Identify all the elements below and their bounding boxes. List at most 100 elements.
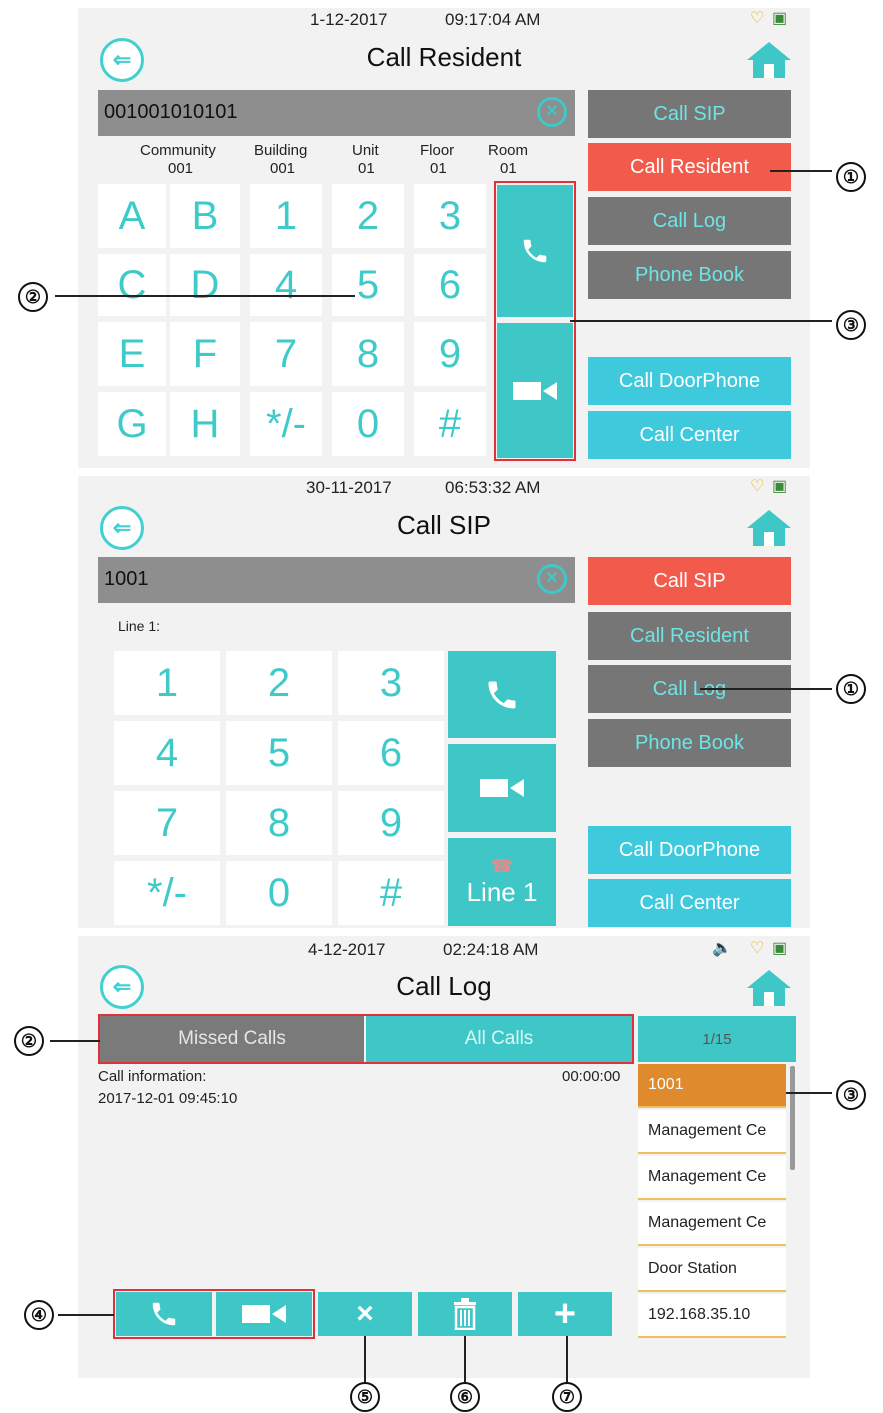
keypad-key[interactable]: 4 [114, 721, 220, 785]
keypad-key[interactable]: B [170, 184, 240, 248]
keypad-key[interactable]: 3 [338, 651, 444, 715]
callout-marker: ⑤ [350, 1382, 380, 1412]
keypad-key[interactable]: # [338, 861, 444, 925]
keypad-key[interactable]: C [98, 254, 166, 316]
keypad-key[interactable]: A [98, 184, 166, 248]
list-item-label: 192.168.35.10 [648, 1306, 751, 1323]
callout-marker: ③ [836, 1080, 866, 1110]
call-datetime: 2017-12-01 09:45:10 [98, 1090, 238, 1107]
shield-icon: ♡ [750, 478, 765, 495]
keypad-key[interactable]: # [414, 392, 486, 456]
status-time: 09:17:04 AM [445, 10, 541, 29]
home-icon[interactable] [745, 508, 793, 548]
keypad-key[interactable]: */- [250, 392, 322, 456]
input-value: 1001 [104, 568, 149, 590]
keypad-key[interactable]: 2 [332, 184, 404, 248]
sidebar-item-call-doorphone[interactable]: Call DoorPhone [588, 357, 791, 405]
sidebar-item-call-doorphone[interactable]: Call DoorPhone [588, 826, 791, 874]
clear-icon[interactable]: × [537, 97, 567, 127]
unit-label: Unit [352, 142, 379, 159]
phone-icon [488, 681, 516, 708]
community-label: Community [140, 142, 216, 159]
building-value: 001 [270, 160, 296, 177]
list-item[interactable]: 192.168.35.10 [638, 1294, 786, 1338]
sidebar-item-call-resident[interactable]: Call Resident [588, 612, 791, 660]
keypad-key[interactable]: 1 [250, 184, 322, 248]
page-number: 1/15 [702, 1030, 732, 1048]
status-date: 30-11-2017 [306, 478, 392, 497]
sidebar-item-call-sip[interactable]: Call SIP [588, 557, 791, 605]
keypad-key[interactable]: G [98, 392, 166, 456]
list-item[interactable]: Management Ce [638, 1110, 786, 1154]
sidebar-item-call-sip[interactable]: Call SIP [588, 90, 791, 138]
keypad-key[interactable]: */- [114, 861, 220, 925]
keypad-key[interactable]: 4 [250, 254, 322, 316]
clear-icon[interactable]: × [537, 564, 567, 594]
callout-marker: ② [14, 1026, 44, 1056]
tabs-highlight [98, 1014, 634, 1064]
keypad-key[interactable]: 6 [414, 254, 486, 316]
keypad-key[interactable]: 7 [250, 322, 322, 386]
video-call-button[interactable] [448, 744, 556, 832]
handset-icon: ☎ [490, 856, 514, 876]
keypad-key[interactable]: 5 [226, 721, 332, 785]
home-icon[interactable] [745, 40, 793, 80]
keypad-key[interactable]: 7 [114, 791, 220, 855]
line-label: Line 1: [118, 618, 161, 634]
keypad-key[interactable]: 5 [332, 254, 404, 316]
keypad-key[interactable]: E [98, 322, 166, 386]
callout-marker: ① [836, 674, 866, 704]
line-button-label: Line 1 [466, 877, 538, 907]
sidebar-item-phone-book[interactable]: Phone Book [588, 251, 791, 299]
status-date: 1-12-2017 [310, 10, 388, 29]
clear-all-button[interactable] [418, 1292, 512, 1336]
list-item-selected[interactable]: 1001 [638, 1064, 786, 1108]
keypad-key[interactable]: 6 [338, 721, 444, 785]
keypad-key[interactable]: 3 [414, 184, 486, 248]
keypad-key[interactable]: 2 [226, 651, 332, 715]
keypad-key[interactable]: 9 [338, 791, 444, 855]
keypad-key[interactable]: H [170, 392, 240, 456]
keypad-key[interactable]: D [170, 254, 240, 316]
sidebar-item-call-center[interactable]: Call Center [588, 879, 791, 927]
sidebar-item-phone-book[interactable]: Phone Book [588, 719, 791, 767]
add-contact-button[interactable]: + [518, 1292, 612, 1336]
list-item[interactable]: Management Ce [638, 1202, 786, 1246]
sidebar-item-call-center[interactable]: Call Center [588, 411, 791, 459]
video-camera-icon [480, 779, 524, 797]
trash-icon [454, 1298, 476, 1330]
list-item[interactable]: Door Station [638, 1248, 786, 1292]
keypad-key[interactable]: 0 [226, 861, 332, 925]
community-value: 001 [168, 160, 194, 177]
callout-line [50, 1040, 100, 1042]
keypad-key[interactable]: 0 [332, 392, 404, 456]
sidebar-item-call-log[interactable]: Call Log [588, 197, 791, 245]
sidebar-item-call-resident[interactable]: Call Resident [588, 143, 791, 191]
keypad-key[interactable]: 8 [226, 791, 332, 855]
call-info-label: Call information: [98, 1068, 207, 1085]
callout-marker: ② [18, 282, 48, 312]
delete-button[interactable]: × [318, 1292, 412, 1336]
audio-call-button[interactable] [448, 651, 556, 738]
floor-value: 01 [430, 160, 447, 177]
keypad-key[interactable]: 8 [332, 322, 404, 386]
resident-number-input[interactable]: 001001010101 × [98, 90, 575, 136]
keypad-key[interactable]: F [170, 322, 240, 386]
line-button[interactable]: ☎ Line 1 [448, 838, 556, 926]
list-item[interactable]: Management Ce [638, 1156, 786, 1200]
network-icon: ▣ [772, 10, 788, 27]
call-buttons-highlight [494, 181, 576, 461]
list-item-label: Management Ce [648, 1168, 767, 1185]
floor-label: Floor [420, 142, 455, 159]
close-icon: × [356, 1297, 374, 1330]
page-indicator: 1/15 [638, 1016, 796, 1062]
building-label: Building [254, 142, 308, 159]
home-icon[interactable] [745, 968, 793, 1008]
keypad-key[interactable]: 1 [114, 651, 220, 715]
keypad-key[interactable]: 9 [414, 322, 486, 386]
sip-number-input[interactable]: 1001 × [98, 557, 575, 603]
mute-icon: 🔈 [712, 940, 732, 957]
input-value: 001001010101 [104, 101, 238, 123]
scrollbar[interactable] [790, 1066, 795, 1170]
page-title: Call Resident [366, 42, 522, 72]
